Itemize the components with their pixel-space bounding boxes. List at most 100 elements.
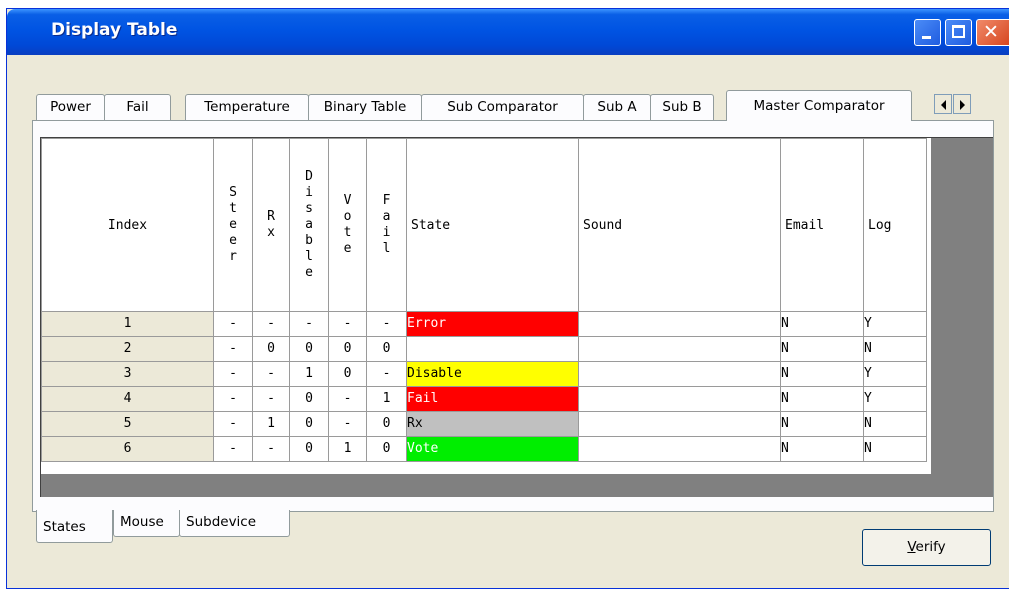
cell-rx[interactable]: - — [252, 436, 290, 462]
tab-sub-a[interactable]: Sub A — [583, 94, 651, 120]
cell-state[interactable] — [406, 336, 579, 362]
cell-steer[interactable]: - — [213, 361, 253, 387]
cell-email[interactable]: N — [780, 336, 864, 362]
cell-vote[interactable]: 1 — [328, 436, 367, 462]
tab-scroll-left-button[interactable] — [934, 94, 952, 114]
cell-index[interactable]: 4 — [41, 386, 214, 412]
cell-log[interactable]: Y — [863, 311, 927, 337]
cell-disable[interactable]: - — [289, 311, 329, 337]
tab-temperature[interactable]: Temperature — [185, 94, 309, 120]
cell-state[interactable]: Disable — [406, 361, 579, 387]
minimize-icon — [922, 36, 931, 39]
cell-state[interactable]: Rx — [406, 411, 579, 437]
header-email[interactable]: Email — [780, 138, 864, 312]
arrow-left-icon — [941, 100, 946, 110]
cell-fail[interactable]: 0 — [366, 336, 407, 362]
tab-scroll-right-button[interactable] — [953, 94, 971, 114]
cell-email[interactable]: N — [780, 386, 864, 412]
table-row[interactable]: 6- -0 1 0 Vote N N — [41, 436, 927, 462]
cell-state[interactable]: Error — [406, 311, 579, 337]
cell-email[interactable]: N — [780, 411, 864, 437]
header-steer[interactable]: Steer — [213, 138, 253, 312]
cell-log[interactable]: N — [863, 411, 927, 437]
cell-disable[interactable]: 0 — [289, 436, 329, 462]
bottom-tab-strip: States Mouse Subdevice — [36, 510, 336, 544]
table-row[interactable]: 5-1 0-0 Rx N N — [41, 411, 927, 437]
header-sound[interactable]: Sound — [578, 138, 781, 312]
tab-fail[interactable]: Fail — [104, 94, 171, 120]
verify-mnemonic: V — [907, 539, 916, 555]
cell-fail[interactable]: - — [366, 311, 407, 337]
cell-log[interactable]: N — [863, 436, 927, 462]
cell-disable[interactable]: 0 — [289, 411, 329, 437]
cell-fail[interactable]: 1 — [366, 386, 407, 412]
table-row[interactable]: 1- - - - - Error N Y — [41, 311, 927, 337]
minimize-button[interactable] — [914, 19, 941, 46]
cell-rx[interactable]: 1 — [252, 411, 290, 437]
cell-disable[interactable]: 1 — [289, 361, 329, 387]
header-disable[interactable]: Disable — [289, 138, 329, 312]
header-state[interactable]: State — [406, 138, 579, 312]
cell-index[interactable]: 6 — [41, 436, 214, 462]
header-fail[interactable]: Fail — [366, 138, 407, 312]
close-button[interactable]: ✕ — [976, 19, 1009, 46]
cell-index[interactable]: 2 — [41, 336, 214, 362]
cell-sound[interactable] — [578, 336, 781, 362]
header-log[interactable]: Log — [863, 138, 927, 312]
cell-fail[interactable]: 0 — [366, 436, 407, 462]
cell-vote[interactable]: - — [328, 311, 367, 337]
cell-sound[interactable] — [578, 361, 781, 387]
header-vote[interactable]: Vote — [328, 138, 367, 312]
tab-subdevice[interactable]: Subdevice — [179, 510, 290, 537]
table-row[interactable]: 2-0000NN — [41, 336, 927, 362]
header-steer-label: Steer — [229, 185, 237, 264]
cell-rx[interactable]: 0 — [252, 336, 290, 362]
tab-states[interactable]: States — [36, 510, 113, 543]
cell-steer[interactable]: - — [213, 411, 253, 437]
cell-rx[interactable]: - — [252, 311, 290, 337]
header-index[interactable]: Index — [41, 138, 214, 312]
tab-mouse[interactable]: Mouse — [113, 510, 180, 537]
cell-state[interactable]: Vote — [406, 436, 579, 462]
cell-fail[interactable]: 0 — [366, 411, 407, 437]
header-rx[interactable]: Rx — [252, 138, 290, 312]
cell-vote[interactable]: - — [328, 411, 367, 437]
cell-email[interactable]: N — [780, 361, 864, 387]
tab-sub-comparator[interactable]: Sub Comparator — [421, 94, 584, 120]
cell-vote[interactable]: 0 — [328, 361, 367, 387]
cell-log[interactable]: N — [863, 336, 927, 362]
cell-index[interactable]: 1 — [41, 311, 214, 337]
tab-master-comparator[interactable]: Master Comparator — [726, 90, 912, 121]
maximize-button[interactable] — [945, 19, 972, 46]
cell-email[interactable]: N — [780, 436, 864, 462]
cell-log[interactable]: Y — [863, 386, 927, 412]
cell-vote[interactable]: 0 — [328, 336, 367, 362]
cell-steer[interactable]: - — [213, 386, 253, 412]
cell-rx[interactable]: - — [252, 361, 290, 387]
tab-sub-b[interactable]: Sub B — [650, 94, 714, 120]
cell-fail[interactable]: - — [366, 361, 407, 387]
table-row[interactable]: 4- -0-1 Fail N Y — [41, 386, 927, 412]
cell-index[interactable]: 5 — [41, 411, 214, 437]
tab-power[interactable]: Power — [36, 94, 105, 120]
cell-sound[interactable] — [578, 436, 781, 462]
cell-sound[interactable] — [578, 411, 781, 437]
tab-binary-table[interactable]: Binary Table — [308, 94, 422, 120]
cell-index[interactable]: 3 — [41, 361, 214, 387]
cell-state[interactable]: Fail — [406, 386, 579, 412]
title-bar[interactable]: Display Table ✕ — [7, 9, 1009, 55]
cell-email[interactable]: N — [780, 311, 864, 337]
cell-sound[interactable] — [578, 311, 781, 337]
cell-vote[interactable]: - — [328, 386, 367, 412]
table-row[interactable]: 3- -1 0- Disable N Y — [41, 361, 927, 387]
verify-button[interactable]: Verify — [862, 529, 991, 566]
cell-steer[interactable]: - — [213, 311, 253, 337]
cell-sound[interactable] — [578, 386, 781, 412]
cell-disable[interactable]: 0 — [289, 336, 329, 362]
cell-disable[interactable]: 0 — [289, 386, 329, 412]
states-table: Index Steer Rx Disable Vote Fail State S… — [41, 138, 927, 462]
cell-steer[interactable]: - — [213, 436, 253, 462]
cell-steer[interactable]: - — [213, 336, 253, 362]
cell-rx[interactable]: - — [252, 386, 290, 412]
cell-log[interactable]: Y — [863, 361, 927, 387]
